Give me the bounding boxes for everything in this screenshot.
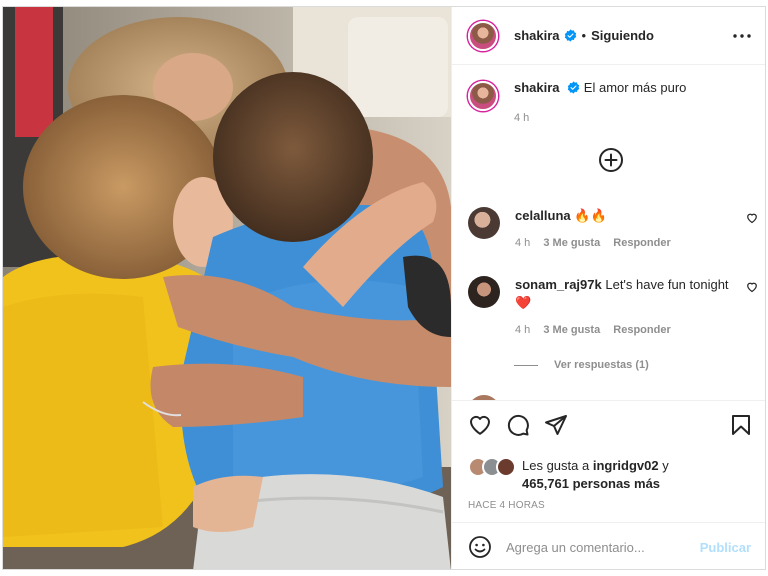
verified-badge-icon — [564, 29, 576, 42]
comment-item: sonam_raj97k Let's have fun tonight ❤️ 4… — [468, 276, 758, 336]
header-separator: • — [581, 28, 587, 43]
paper-plane-icon[interactable] — [544, 413, 568, 437]
comment-likes-count[interactable]: 3 Me gusta — [543, 324, 600, 336]
liker-avatar — [496, 457, 516, 477]
likes-text: Les gusta a ingridgv02 y 465,761 persona… — [522, 457, 669, 493]
post-caption: shakira El amor más puro 4 h — [468, 79, 753, 127]
comment-meta: 4 h 3 Me gusta Responder — [515, 324, 758, 336]
more-options-icon[interactable] — [731, 25, 753, 47]
comment-time: 4 h — [515, 237, 531, 249]
author-avatar[interactable] — [468, 20, 498, 51]
following-button[interactable]: Siguiendo — [591, 28, 654, 43]
replies-divider — [514, 364, 538, 366]
commenter-avatar[interactable] — [468, 207, 500, 239]
reply-button[interactable]: Responder — [613, 324, 670, 336]
caption-username[interactable]: shakira — [514, 80, 560, 95]
post-header: shakira • Siguiendo — [452, 7, 765, 65]
comment-text: 🔥🔥 — [574, 208, 607, 223]
author-username[interactable]: shakira — [514, 28, 560, 43]
commenter-avatar[interactable] — [468, 276, 500, 308]
likes-joiner: y — [662, 458, 669, 473]
post-timestamp[interactable]: HACE 4 HORAS — [468, 500, 545, 511]
comment-time: 4 h — [515, 324, 531, 336]
comment-input[interactable] — [506, 539, 696, 555]
commenter-username[interactable]: celalluna — [515, 208, 571, 223]
plus-circle-icon[interactable] — [598, 147, 624, 173]
commenter-username[interactable]: sonam_raj97k — [515, 277, 602, 292]
heart-icon[interactable] — [746, 212, 758, 224]
view-replies-label: Ver respuestas (1) — [554, 359, 649, 371]
caption-time: 4 h — [514, 112, 530, 124]
likes-prefix: Les gusta a — [522, 458, 590, 473]
family-hug-image — [3, 7, 451, 569]
reply-button[interactable]: Responder — [613, 237, 670, 249]
post-photo[interactable] — [3, 7, 451, 569]
heart-icon[interactable] — [746, 281, 758, 293]
likers-avatars[interactable] — [468, 457, 518, 477]
caption-author-avatar[interactable] — [468, 81, 498, 111]
bookmark-icon[interactable] — [729, 413, 753, 437]
likes-summary: Les gusta a ingridgv02 y 465,761 persona… — [468, 457, 758, 493]
instagram-post-modal: shakira • Siguiendo shakira El amor más … — [2, 6, 766, 570]
verified-badge-icon — [567, 81, 580, 94]
heart-icon[interactable] — [468, 413, 492, 437]
comment-bubble-icon[interactable] — [506, 413, 530, 437]
likes-count[interactable]: 465,761 personas más — [522, 476, 660, 491]
view-replies-button[interactable]: Ver respuestas (1) — [514, 359, 649, 371]
post-side-panel: shakira • Siguiendo shakira El amor más … — [451, 7, 765, 569]
comment-likes-count[interactable]: 3 Me gusta — [543, 237, 600, 249]
smiley-icon[interactable] — [468, 535, 492, 559]
comment-item: celalluna 🔥🔥 4 h 3 Me gusta Responder — [468, 207, 758, 249]
comment-meta: 4 h 3 Me gusta Responder — [515, 237, 758, 249]
publish-button[interactable]: Publicar — [700, 540, 751, 555]
add-comment-bar: Publicar — [452, 522, 765, 569]
post-actions: Les gusta a ingridgv02 y 465,761 persona… — [452, 400, 765, 520]
liker-username[interactable]: ingridgv02 — [593, 458, 659, 473]
comments-section[interactable]: shakira El amor más puro 4 h celalluna 🔥… — [452, 65, 765, 400]
caption-text: El amor más puro — [583, 80, 687, 95]
action-icons — [468, 413, 582, 437]
